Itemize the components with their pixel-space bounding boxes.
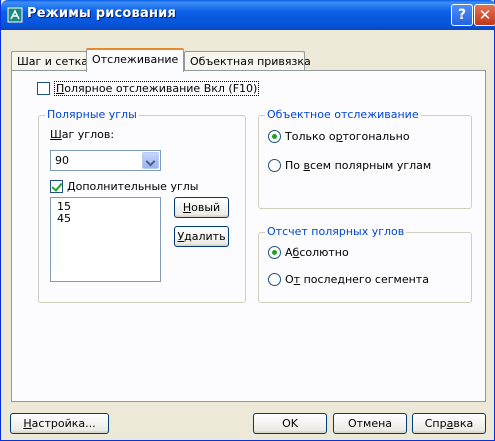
orthogonal-only-label[interactable]: Только ортогонально <box>285 130 410 143</box>
all-polar-angles-radio[interactable] <box>268 159 281 172</box>
angle-step-select[interactable]: 90 <box>50 150 161 171</box>
absolute-label[interactable]: Абсолютно <box>285 246 349 259</box>
cancel-button[interactable]: Отмена <box>333 413 407 434</box>
additional-angles-label[interactable]: Дополнительные углы <box>67 180 198 193</box>
orthogonal-only-radio[interactable] <box>268 130 281 143</box>
chevron-down-icon[interactable] <box>142 152 159 169</box>
angle-step-value: 90 <box>55 154 69 167</box>
title-bar[interactable]: Режимы рисования ? ✕ <box>1 0 495 30</box>
close-button[interactable]: ✕ <box>474 4 495 26</box>
polar-measure-title: Отсчет полярных углов <box>265 225 407 238</box>
app-icon <box>7 7 23 23</box>
tab-snap-grid[interactable]: Шаг и сетка <box>11 51 88 71</box>
drafting-settings-dialog: Режимы рисования ? ✕ Шаг и сетка Отслежи… <box>0 0 495 441</box>
object-tracking-group: Объектное отслеживание Только ортогональ… <box>258 108 472 209</box>
close-icon: ✕ <box>478 6 492 24</box>
additional-angles-checkbox[interactable] <box>50 180 63 193</box>
angle-step-label: Шаг углов: <box>50 128 115 141</box>
polar-angles-title: Полярные углы <box>45 108 139 121</box>
window-title: Режимы рисования <box>27 6 176 21</box>
list-item[interactable]: 45 <box>57 212 71 225</box>
tab-tracking[interactable]: Отслеживание <box>86 48 184 72</box>
help-button[interactable]: ? <box>451 4 473 26</box>
absolute-radio[interactable] <box>268 246 281 259</box>
tab-panel: Полярное отслеживание Вкл (F10) Полярные… <box>11 70 486 402</box>
additional-angles-list[interactable]: 15 45 <box>50 197 161 282</box>
all-polar-angles-label[interactable]: По всем полярным углам <box>285 159 431 172</box>
tab-object-snap[interactable]: Объектная привязка <box>184 51 311 71</box>
relative-last-segment-radio[interactable] <box>268 273 281 286</box>
settings-button[interactable]: Настройка... <box>10 413 109 434</box>
polar-tracking-label[interactable]: Полярное отслеживание Вкл (F10) <box>53 81 260 96</box>
polar-tracking-checkbox[interactable] <box>37 82 50 95</box>
polar-measure-group: Отсчет полярных углов Абсолютно От после… <box>258 225 472 303</box>
new-angle-button[interactable]: Новый <box>174 197 229 218</box>
relative-last-segment-label[interactable]: От последнего сегмента <box>285 273 429 286</box>
polar-angles-group: Полярные углы Шаг углов: 90 Дополнительн… <box>38 108 246 303</box>
question-icon: ? <box>457 7 467 23</box>
object-tracking-title: Объектное отслеживание <box>265 108 421 121</box>
help-dialog-button[interactable]: Спр а вка <box>412 413 486 434</box>
ok-button[interactable]: OK <box>253 413 327 434</box>
delete-angle-button[interactable]: Удалить <box>174 226 229 247</box>
